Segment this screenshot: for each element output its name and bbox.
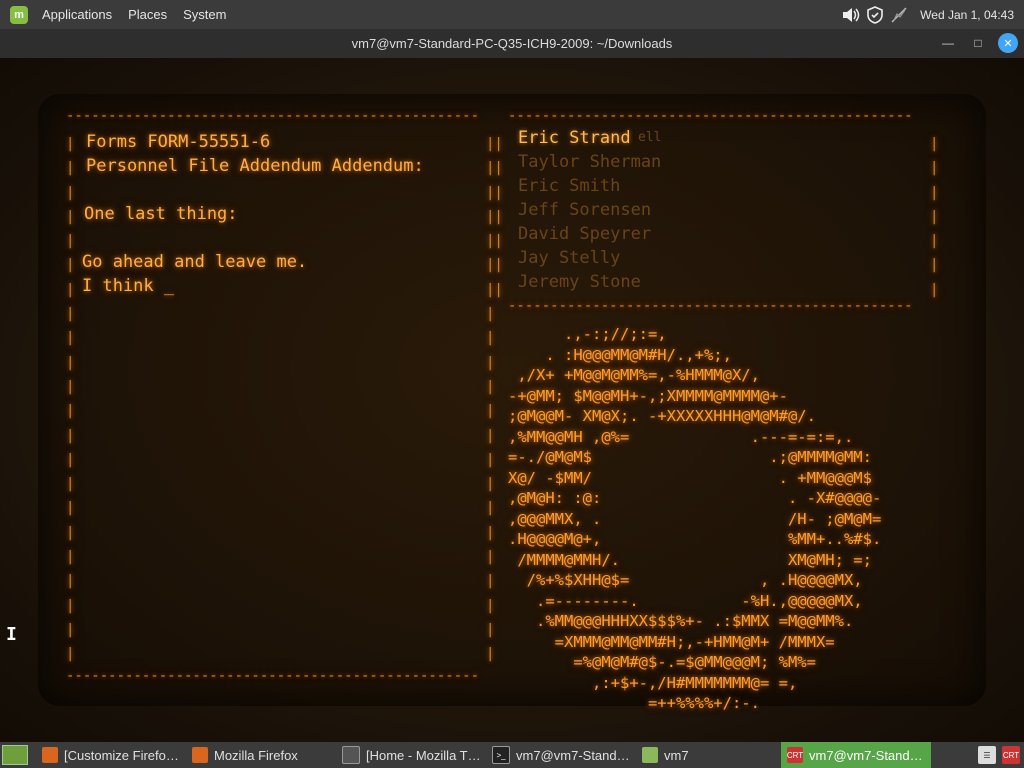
right-panel-right-border: | | | | | | | — [930, 136, 939, 298]
ascii-art-line: =++%%%%+/:-. — [508, 694, 760, 712]
list-item[interactable]: David Speyrer — [518, 224, 651, 244]
taskbar: [Customize Firefo… Mozilla Firefox [Home… — [0, 742, 1024, 768]
close-button[interactable]: ✕ — [998, 33, 1018, 53]
folder-icon — [642, 747, 658, 763]
crt-screen[interactable]: ----------------------------------------… — [38, 94, 986, 712]
form-subtitle: Personnel File Addendum Addendum: — [86, 156, 424, 176]
shield-icon[interactable] — [866, 5, 884, 24]
notes-icon[interactable]: ☰ — [978, 746, 996, 764]
maximize-button[interactable]: □ — [968, 33, 988, 53]
window-titlebar[interactable]: vm7@vm7-Standard-PC-Q35-ICH9-2009: ~/Dow… — [0, 29, 1024, 58]
mint-logo-icon[interactable]: m — [10, 5, 28, 24]
list-item[interactable]: Jeremy Stone — [518, 272, 641, 292]
list-item[interactable]: Jeff Sorensen — [518, 200, 651, 220]
right-panel-top-border: ----------------------------------------… — [508, 108, 913, 124]
taskbar-item-terminal[interactable]: >_ vm7@vm7-Stand… — [486, 742, 636, 768]
thunderbird-icon — [342, 746, 360, 764]
volume-icon[interactable] — [842, 6, 860, 24]
taskbar-item-label: [Customize Firefo… — [64, 747, 179, 763]
form-line-2: Go ahead and leave me. — [82, 252, 308, 272]
menu-system[interactable]: System — [175, 7, 234, 22]
show-desktop-button[interactable] — [2, 745, 28, 765]
taskbar-item-customize-firefox[interactable]: [Customize Firefo… — [36, 742, 186, 768]
list-item-active[interactable]: Eric Strand — [518, 128, 631, 148]
taskbar-item-label: vm7 — [664, 747, 689, 763]
list-item[interactable]: Eric Smith — [518, 176, 620, 196]
network-icon[interactable] — [890, 6, 908, 24]
menu-applications[interactable]: Applications — [34, 7, 120, 22]
minimize-button[interactable]: — — [938, 33, 958, 53]
firefox-icon — [42, 747, 58, 763]
terminal-window[interactable]: ----------------------------------------… — [0, 58, 1024, 742]
taskbar-item-label: vm7@vm7-Stand… — [516, 747, 630, 763]
taskbar-item-cool-retro-term[interactable]: CRT vm7@vm7-Stand… — [781, 742, 931, 768]
taskbar-item-label: vm7@vm7-Stand… — [809, 747, 923, 763]
right-panel-mid-border: ----------------------------------------… — [508, 298, 913, 314]
left-panel-bottom-border: ----------------------------------------… — [66, 668, 480, 684]
terminal-icon: >_ — [492, 746, 510, 764]
taskbar-item-mozilla-firefox[interactable]: Mozilla Firefox — [186, 742, 336, 768]
form-title: Forms FORM-55551-6 — [86, 132, 271, 152]
form-line-1: One last thing: — [84, 204, 238, 224]
taskbar-item-vm7-folder[interactable]: vm7 — [636, 742, 781, 768]
list-item[interactable]: Jay Stelly — [518, 248, 620, 268]
mouse-cursor-icon: I — [6, 624, 17, 645]
taskbar-item-label: Mozilla Firefox — [214, 747, 298, 763]
cool-retro-term-tray-icon[interactable]: CRT — [1002, 746, 1020, 764]
list-item[interactable]: Taylor Sherman — [518, 152, 661, 172]
menu-places[interactable]: Places — [120, 7, 175, 22]
left-panel-left-border: | | | | | | | | | | | | | | | | | | | | … — [66, 136, 75, 663]
window-title: vm7@vm7-Standard-PC-Q35-ICH9-2009: ~/Dow… — [351, 36, 673, 51]
cool-retro-term-icon: CRT — [787, 747, 803, 763]
firefox-icon — [192, 747, 208, 763]
taskbar-item-thunderbird[interactable]: [Home - Mozilla T… — [336, 742, 486, 768]
taskbar-item-label: [Home - Mozilla T… — [366, 747, 481, 763]
form-line-3[interactable]: I think _ — [82, 276, 174, 296]
left-panel-right-border: || || || || || || || | | | | | | | | | |… — [486, 136, 503, 663]
list-ghost-text: ell — [638, 130, 662, 145]
left-panel-top-border: ----------------------------------------… — [66, 108, 480, 124]
clock[interactable]: Wed Jan 1, 04:43 — [920, 8, 1014, 22]
system-tray: Wed Jan 1, 04:43 — [842, 5, 1024, 24]
top-panel: m Applications Places System Wed Jan 1, … — [0, 0, 1024, 29]
